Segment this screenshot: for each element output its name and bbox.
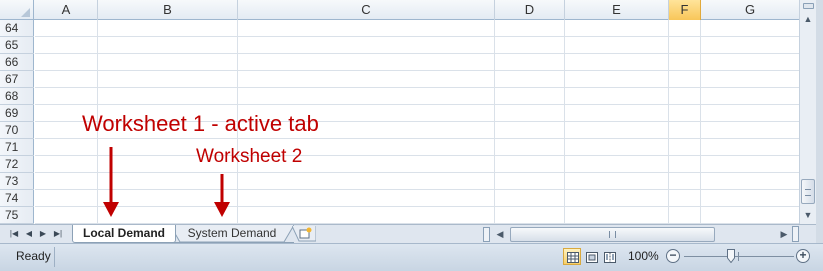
worksheet-2-annotation: Worksheet 2 [196,146,303,167]
gridline [35,104,799,105]
gridline [494,20,495,224]
row-header-65[interactable]: 65 [0,37,34,54]
insert-worksheet-button[interactable] [291,225,317,242]
column-header-a[interactable]: A [35,0,98,20]
page-break-preview-button[interactable] [600,248,618,265]
select-all-triangle-icon [21,8,30,17]
page-break-preview-icon [604,252,616,263]
horizontal-split-box-icon[interactable] [792,226,799,242]
gridline [35,87,799,88]
sheet-tab-system-demand[interactable]: System Demand [170,225,294,243]
horizontal-scroll-thumb[interactable] [510,227,715,242]
column-header-f[interactable]: F [669,0,701,20]
horizontal-scrollbar[interactable]: ◀ ▶ [492,226,792,243]
zoom-level[interactable]: 100% [628,249,659,263]
row-header-71[interactable]: 71 [0,139,34,156]
row-header-73[interactable]: 73 [0,173,34,190]
gridline [35,155,799,156]
column-header-e[interactable]: E [565,0,669,20]
scroll-up-icon[interactable]: ▲ [800,12,816,26]
zoom-in-icon[interactable]: + [796,249,810,263]
column-header-row: A B C D E F G [0,0,799,20]
first-sheet-icon[interactable]: |◀ [8,227,20,241]
sheet-tab-bar: |◀ ◀ ▶ ▶| System Demand Local Demand ◀ ▶ [0,224,816,243]
sheet-tab-label: System Demand [187,226,277,240]
scroll-right-icon[interactable]: ▶ [776,227,792,241]
row-header-column: 64 65 66 67 68 69 70 71 72 73 74 75 [0,20,34,224]
row-header-69[interactable]: 69 [0,105,34,122]
vertical-scrollbar[interactable]: ▲ ▼ [799,0,816,224]
last-sheet-icon[interactable]: ▶| [52,227,64,241]
sheet-tab-label: Local Demand [82,226,166,240]
column-header-b[interactable]: B [98,0,238,20]
page-layout-view-button[interactable] [582,248,600,265]
insert-worksheet-icon [291,225,317,242]
gridline [35,36,799,37]
status-divider [54,247,55,267]
sheet-tab-local-demand[interactable]: Local Demand [72,225,176,243]
gridline [35,70,799,71]
next-sheet-icon[interactable]: ▶ [37,227,49,241]
gridline [35,189,799,190]
active-tab-annotation: Worksheet 1 - active tab [82,111,319,136]
gridline [35,172,799,173]
gridline [564,20,565,224]
vertical-scroll-thumb[interactable] [801,179,815,204]
row-header-64[interactable]: 64 [0,20,34,37]
row-header-72[interactable]: 72 [0,156,34,173]
row-header-75[interactable]: 75 [0,207,34,224]
gridline [668,20,669,224]
window-edge [816,0,823,271]
column-header-c[interactable]: C [238,0,495,20]
zoom-slider-thumb[interactable] [727,249,735,263]
zoom-slider-midpoint [738,252,739,261]
column-header-g[interactable]: G [701,0,799,20]
row-header-74[interactable]: 74 [0,190,34,207]
tab-split-handle[interactable] [483,227,490,242]
scroll-down-icon[interactable]: ▼ [800,208,816,222]
select-all-button[interactable] [0,0,34,20]
zoom-out-icon[interactable]: − [666,249,680,263]
normal-view-button[interactable] [563,248,581,265]
status-ready-text: Ready [16,249,51,263]
gridline [700,20,701,224]
gridline [35,206,799,207]
page-layout-view-icon [586,252,598,263]
row-header-67[interactable]: 67 [0,71,34,88]
zoom-slider[interactable] [684,256,794,257]
split-box-icon[interactable] [803,3,814,9]
row-header-66[interactable]: 66 [0,54,34,71]
row-header-68[interactable]: 68 [0,88,34,105]
row-header-70[interactable]: 70 [0,122,34,139]
column-header-d[interactable]: D [495,0,565,20]
previous-sheet-icon[interactable]: ◀ [23,227,35,241]
gridline [35,138,799,139]
gridline [35,53,799,54]
status-bar: Ready 100% − + [0,243,823,271]
normal-view-icon [567,252,579,263]
scroll-left-icon[interactable]: ◀ [492,227,508,241]
